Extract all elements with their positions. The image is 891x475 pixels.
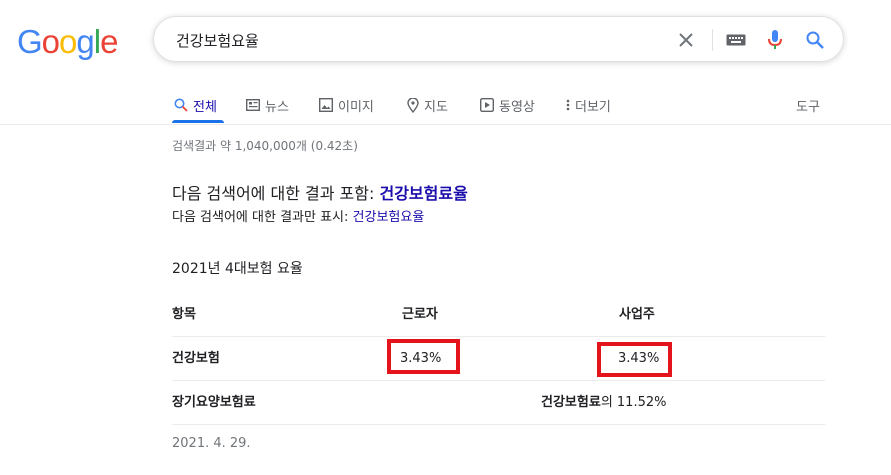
logo-letter: e: [100, 23, 118, 60]
tools-button[interactable]: 도구: [796, 92, 820, 118]
highlight-box: [387, 339, 460, 374]
mic-icon[interactable]: [764, 29, 786, 51]
tab-label: 이미지: [338, 99, 374, 115]
search-box[interactable]: [153, 16, 844, 62]
video-icon: [480, 98, 494, 112]
tools-label: 도구: [796, 99, 820, 115]
map-pin-icon: [407, 97, 419, 113]
logo-letter: o: [59, 23, 77, 60]
tab-label: 전체: [193, 99, 217, 115]
tab-images[interactable]: 이미지: [319, 92, 374, 118]
tab-maps[interactable]: 지도: [407, 92, 448, 118]
original-term-link[interactable]: 건강보험요율: [353, 210, 425, 225]
row-label: 장기요양보험료: [172, 395, 256, 410]
result-stats: 검색결과 약 1,040,000개 (0.42초): [172, 139, 358, 153]
original-query-line: 다음 검색어에 대한 결과만 표시: 건강보험요율: [172, 206, 424, 225]
spelling-correction: 다음 검색어에 대한 결과 포함: 건강보험료율: [172, 180, 468, 204]
table-header: 항목: [172, 307, 196, 322]
highlight-box: [597, 342, 672, 377]
search-icon[interactable]: [804, 29, 826, 51]
tab-more[interactable]: 더보기: [566, 92, 611, 118]
snippet-date: 2021. 4. 29.: [172, 436, 251, 451]
spelling-prefix: 다음 검색어에 대한 결과 포함:: [172, 184, 380, 203]
only-prefix: 다음 검색어에 대한 결과만 표시:: [172, 210, 353, 225]
table-row: 건강보험 3.43% 3.43%: [172, 337, 825, 381]
corrected-term-link[interactable]: 건강보험료율: [379, 184, 467, 203]
logo-letter: g: [76, 23, 94, 60]
tab-videos[interactable]: 동영상: [480, 92, 535, 118]
search-divider: [712, 29, 713, 51]
logo-letter: G: [17, 23, 43, 60]
featured-title: 2021년 4대보험 요율: [172, 261, 303, 277]
table-header-row: 항목 근로자 사업주: [172, 293, 825, 337]
search-input[interactable]: [176, 29, 656, 51]
merged-bold: 건강보험료: [541, 395, 601, 410]
row-label: 건강보험: [172, 351, 220, 366]
merged-cell: 건강보험료의 11.52%: [541, 381, 666, 424]
keyboard-icon[interactable]: [725, 29, 747, 51]
more-icon: [566, 99, 570, 111]
tab-label: 더보기: [575, 99, 611, 115]
google-logo[interactable]: Google: [17, 23, 118, 60]
news-icon: [246, 99, 260, 111]
merged-rest: 의 11.52%: [600, 395, 667, 410]
tab-all[interactable]: 전체: [174, 92, 217, 118]
table-row: 장기요양보험료 건강보험료의 11.52%: [172, 381, 825, 425]
search-icon: [174, 98, 188, 112]
clear-icon[interactable]: [675, 29, 697, 51]
tab-label: 동영상: [499, 99, 535, 115]
tab-news[interactable]: 뉴스: [246, 92, 289, 118]
tab-label: 지도: [424, 99, 448, 115]
tab-label: 뉴스: [265, 99, 289, 115]
search-tabs: 전체 뉴스 이미지 지도 동영상 더보기 도구: [0, 88, 891, 125]
table-header: 사업주: [619, 307, 655, 322]
logo-letter: o: [41, 23, 60, 60]
table-header: 근로자: [402, 307, 438, 322]
active-tab-indicator: [172, 120, 224, 123]
image-icon: [319, 98, 333, 112]
